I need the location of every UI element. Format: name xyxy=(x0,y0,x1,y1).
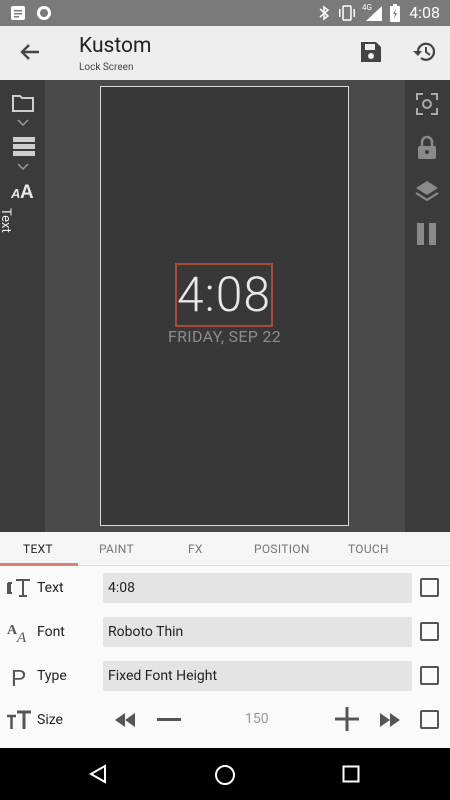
fast-forward-icon[interactable] xyxy=(379,712,401,728)
chevron-down-icon[interactable] xyxy=(16,118,30,128)
property-row-text: Text 4:08 xyxy=(0,566,450,610)
text-label: Text xyxy=(37,580,64,596)
font-label: Font xyxy=(37,624,65,640)
status-time: 4:08 xyxy=(409,3,440,22)
focus-icon[interactable] xyxy=(415,92,439,116)
navigation-bar xyxy=(0,748,450,800)
record-icon xyxy=(37,6,51,20)
nav-recents-icon[interactable] xyxy=(342,765,360,783)
property-row-size: Size 150 xyxy=(0,698,450,742)
text-checkbox[interactable] xyxy=(420,578,439,597)
notification-icon xyxy=(11,6,25,20)
svg-text:A: A xyxy=(16,630,27,644)
preview-clock-text[interactable]: 4:08 xyxy=(175,263,273,327)
svg-text:A: A xyxy=(11,186,20,200)
text-size-property-icon xyxy=(7,710,31,729)
layers-list-icon[interactable] xyxy=(12,136,36,158)
signal-icon xyxy=(366,6,382,21)
pause-icon[interactable] xyxy=(416,222,438,246)
size-label: Size xyxy=(37,712,63,728)
preview-date-text: FRIDAY, SEP 22 xyxy=(167,327,281,346)
layers-icon[interactable] xyxy=(414,179,440,203)
app-title: Kustom xyxy=(79,34,152,58)
history-icon[interactable] xyxy=(412,40,438,64)
text-field-icon xyxy=(7,579,30,597)
fast-rewind-icon[interactable] xyxy=(114,712,136,728)
tab-paint[interactable]: PAINT xyxy=(99,542,134,556)
type-label: Type xyxy=(37,668,67,684)
size-checkbox[interactable] xyxy=(420,710,439,729)
decrease-icon[interactable] xyxy=(157,714,181,726)
vibrate-icon xyxy=(339,5,355,21)
property-row-type: P Type Fixed Font Height xyxy=(0,654,450,698)
tab-fx[interactable]: FX xyxy=(188,542,203,556)
editor-area: A A Text 4:08 FRIDAY, SEP 22 xyxy=(0,80,450,532)
font-checkbox[interactable] xyxy=(420,622,439,641)
battery-icon xyxy=(390,4,400,22)
type-selector[interactable]: Fixed Font Height xyxy=(103,661,412,691)
folder-icon[interactable] xyxy=(11,93,35,113)
property-row-font: A A Font Roboto Thin xyxy=(0,610,450,654)
text-size-icon[interactable]: A A xyxy=(11,180,37,200)
svg-text:P: P xyxy=(11,665,26,688)
right-toolbar xyxy=(405,80,450,532)
tab-text[interactable]: TEXT xyxy=(23,542,53,556)
nav-back-icon[interactable] xyxy=(88,764,108,784)
chevron-down-icon[interactable] xyxy=(16,162,30,172)
tab-touch[interactable]: TOUCH xyxy=(348,542,389,556)
property-tabs: TEXT PAINT FX POSITION TOUCH xyxy=(0,532,450,566)
save-icon[interactable] xyxy=(359,40,383,64)
nav-home-icon[interactable] xyxy=(214,764,236,786)
status-bar: 4G 4:08 xyxy=(0,0,450,26)
lock-icon[interactable] xyxy=(416,135,438,161)
font-icon: A A xyxy=(7,623,27,644)
text-layer-label: Text xyxy=(0,208,13,233)
type-checkbox[interactable] xyxy=(420,666,439,685)
type-icon: P xyxy=(11,665,26,688)
app-subtitle: Lock Screen xyxy=(79,62,134,73)
svg-text:A: A xyxy=(20,182,34,200)
text-input[interactable]: 4:08 xyxy=(103,573,412,603)
tab-position[interactable]: POSITION xyxy=(254,542,310,556)
font-selector[interactable]: Roboto Thin xyxy=(103,617,412,647)
increase-icon[interactable] xyxy=(335,707,359,731)
left-toolbar: A A Text xyxy=(0,80,45,532)
back-arrow-icon[interactable] xyxy=(19,42,41,62)
bluetooth-icon xyxy=(319,5,330,21)
size-value: 150 xyxy=(245,711,269,727)
app-bar: Kustom Lock Screen xyxy=(0,26,450,80)
